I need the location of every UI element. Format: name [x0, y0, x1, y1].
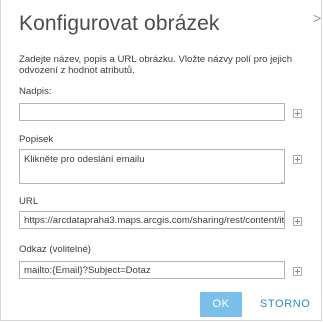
link-input[interactable]: mailto:{Email}?Subject=Dotaz [19, 261, 285, 279]
caption-textarea[interactable]: Klikněte pro odeslání emailu [19, 149, 285, 184]
description-line-1: Zadejte název, popis a URL obrázku. Vlož… [19, 54, 293, 65]
url-add-field-button[interactable] [293, 217, 302, 226]
caption-add-field-button[interactable] [293, 155, 302, 164]
title-label: Nadpis: [19, 86, 52, 97]
configure-image-dialog: Konfigurovat obrázek > Zadejte název, po… [0, 0, 322, 321]
ok-button[interactable]: OK [200, 292, 242, 317]
caption-value: Klikněte pro odeslání emailu [24, 154, 145, 165]
dialog-title: Konfigurovat obrázek [19, 12, 220, 35]
link-add-field-button[interactable] [293, 267, 302, 276]
description-line-2: odvození z hodnot atributů. [19, 64, 135, 76]
title-input[interactable] [19, 103, 285, 121]
dialog-description: Zadejte název, popis a URL obrázku. Vlož… [19, 54, 323, 76]
cancel-button[interactable]: STORNO [260, 292, 310, 317]
link-label: Odkaz (volitelné) [19, 244, 91, 255]
title-add-field-button[interactable] [293, 109, 302, 118]
resize-handle-icon[interactable] [277, 176, 283, 182]
url-input[interactable]: https://arcdatapraha3.maps.arcgis.com/sh… [19, 211, 285, 229]
caption-label: Popisek [19, 134, 54, 145]
close-icon[interactable]: > [313, 10, 321, 26]
url-label: URL [19, 196, 39, 207]
